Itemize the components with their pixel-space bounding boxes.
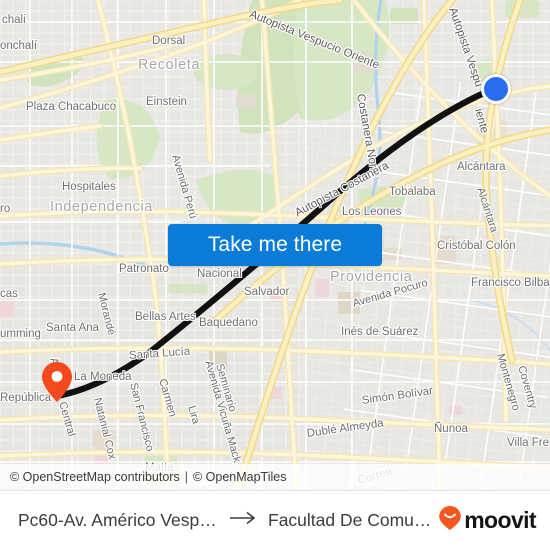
destination-pin-marker[interactable]	[41, 361, 73, 403]
moovit-wordmark: moovit	[464, 507, 536, 533]
map-canvas[interactable]: chali onchalí Dorsal Recoleta Einstein Plaza …	[0, 0, 550, 490]
trip-endpoints-bar: Pc60-Av. Américo Vespuci… Facultad De Co…	[0, 490, 550, 550]
osm-attribution-link[interactable]: © OpenStreetMap contributors	[10, 470, 180, 484]
attribution-separator: |	[184, 470, 188, 484]
openmaptiles-attribution-link[interactable]: © OpenMapTiles	[193, 470, 287, 484]
start-point-marker[interactable]	[481, 74, 511, 104]
moovit-logo[interactable]: moovit	[438, 505, 537, 536]
moovit-pin-icon	[438, 505, 462, 536]
map-attribution: © OpenStreetMap contributors | © OpenMap…	[0, 464, 550, 490]
route-summary[interactable]: Pc60-Av. Américo Vespuci… Facultad De Co…	[18, 510, 438, 531]
take-me-there-button[interactable]: Take me there	[168, 224, 382, 266]
moovit-trip-map-screen: chali onchalí Dorsal Recoleta Einstein Plaza …	[0, 0, 550, 550]
origin-label: Pc60-Av. Américo Vespuci…	[18, 510, 218, 530]
arrow-right-icon	[229, 511, 257, 530]
destination-label: Facultad De Comuni…	[268, 510, 439, 530]
take-me-there-label: Take me there	[207, 233, 343, 256]
